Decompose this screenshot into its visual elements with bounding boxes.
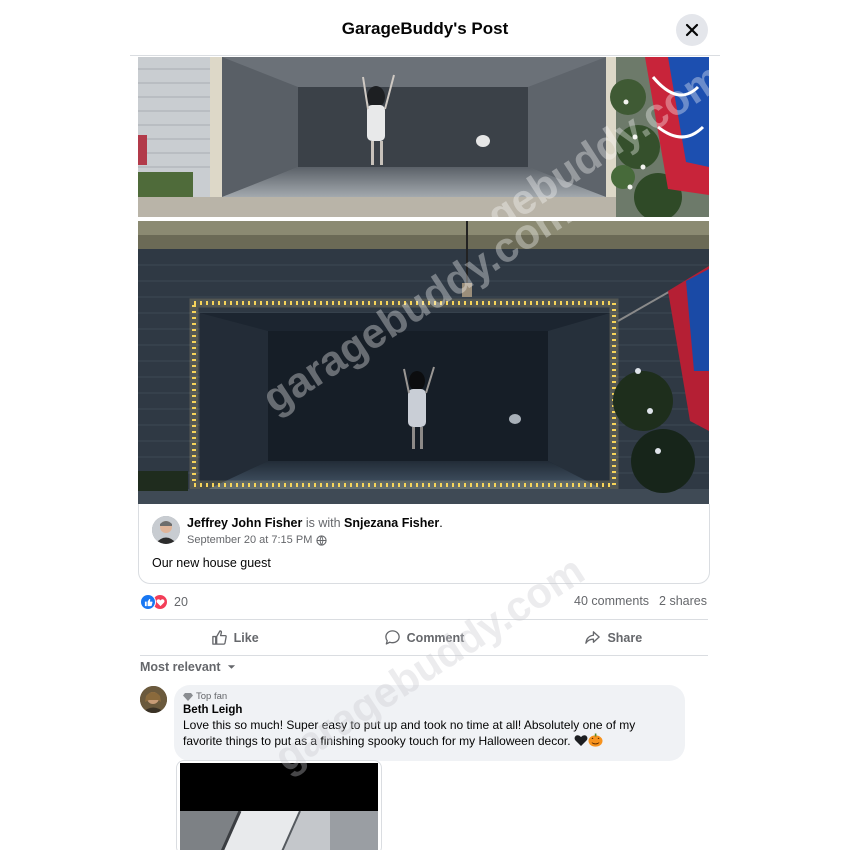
post-date[interactable]: September 20 at 7:15 PM: [187, 534, 312, 546]
like-label: Like: [233, 630, 259, 645]
header-divider: [130, 55, 720, 56]
share-label: Share: [607, 630, 643, 645]
close-button[interactable]: [676, 14, 708, 46]
thumbs-up-icon: [211, 630, 227, 645]
tagged-name[interactable]: Snjezana Fisher: [344, 516, 439, 530]
author-line: Jeffrey John Fisher is with Snjezana Fis…: [187, 516, 443, 530]
comment-attached-photo[interactable]: [176, 760, 382, 850]
share-button[interactable]: Share: [519, 621, 708, 654]
shares-count-link[interactable]: 2 shares: [659, 594, 707, 608]
with-text: is with: [305, 516, 341, 530]
top-fan-badge: Top fan: [183, 691, 676, 702]
post-timestamp: September 20 at 7:15 PM: [187, 534, 327, 546]
sort-label: Most relevant: [140, 660, 221, 674]
reactions-summary[interactable]: 20: [140, 593, 188, 611]
period: .: [439, 516, 443, 530]
commenter-avatar[interactable]: [140, 686, 167, 713]
share-arrow-icon: [585, 631, 601, 644]
post-text: Our new house guest: [152, 556, 271, 570]
commenter-name[interactable]: Beth Leigh: [183, 704, 676, 716]
post-header: GarageBuddy's Post: [0, 0, 850, 58]
black-heart-emoji: [574, 734, 588, 751]
comments-count-link[interactable]: 40 comments: [574, 594, 649, 608]
post-actions: Like Comment Share: [140, 621, 708, 654]
caret-down-icon: [227, 665, 235, 669]
comment-text-line: Love this so much! Super easy to put up …: [183, 717, 676, 751]
post-photo-night[interactable]: garagebuddy.com: [138, 221, 709, 504]
page-title: GarageBuddy's Post: [341, 19, 509, 38]
post-info-card: Jeffrey John Fisher is with Snjezana Fis…: [138, 504, 710, 584]
comment-bubble-icon: [384, 630, 400, 645]
jack-o-lantern-emoji: [588, 733, 603, 751]
close-icon: [685, 23, 699, 37]
actions-top-divider: [140, 619, 708, 620]
badge-label: Top fan: [196, 691, 228, 702]
comment-text: Love this so much! Super easy to put up …: [183, 718, 636, 749]
post-photo-day[interactable]: garagebuddy.com: [138, 57, 709, 217]
comment-sort-dropdown[interactable]: Most relevant: [140, 660, 236, 674]
like-button[interactable]: Like: [140, 621, 329, 654]
photo-dark-area: [180, 763, 378, 811]
author-avatar[interactable]: [152, 516, 180, 544]
comment-button[interactable]: Comment: [329, 621, 518, 654]
author-name[interactable]: Jeffrey John Fisher: [187, 516, 302, 530]
comment-bubble: Top fan Beth Leigh Love this so much! Su…: [174, 685, 685, 761]
diamond-icon: [183, 692, 193, 701]
photo-garage-interior: [180, 811, 378, 850]
engagement-stats: 40 comments 2 shares: [574, 594, 707, 608]
reaction-count: 20: [174, 595, 188, 609]
comment-label: Comment: [406, 630, 465, 645]
like-icon: [140, 594, 156, 610]
actions-bottom-divider: [140, 655, 708, 656]
globe-icon: [316, 534, 327, 546]
